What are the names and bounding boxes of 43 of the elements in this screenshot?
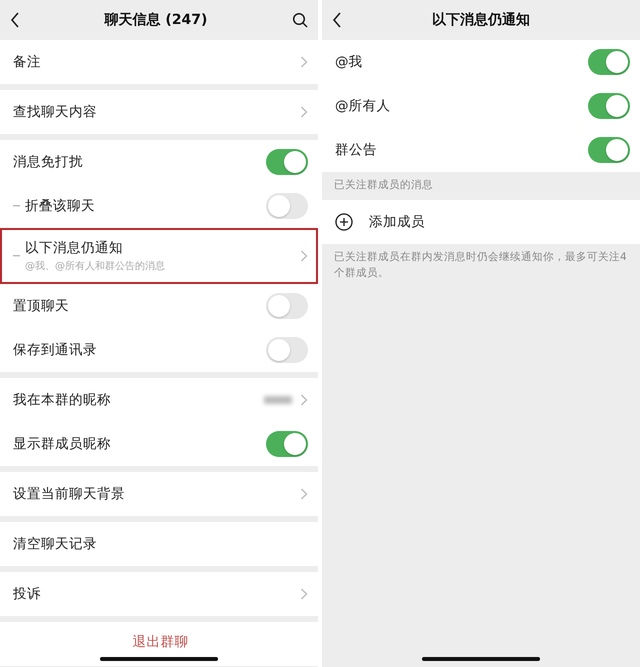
chevron-icon	[300, 588, 308, 600]
chevron-icon	[300, 488, 308, 500]
row-label: 消息免打扰	[13, 152, 83, 172]
highlighted-row[interactable]: 以下消息仍通知 @我、@所有人和群公告的消息	[0, 228, 318, 284]
screen-title: 以下消息仍通知	[432, 10, 530, 30]
search-icon[interactable]	[292, 12, 308, 28]
toggle-switch[interactable]	[266, 431, 308, 457]
row-label: 添加成员	[369, 212, 425, 232]
row-label: 以下消息仍通知	[25, 239, 124, 258]
toggle-switch[interactable]	[588, 137, 630, 163]
chevron-icon	[300, 106, 308, 118]
toggle-switch[interactable]	[588, 93, 630, 119]
toggle-switch[interactable]	[588, 49, 630, 75]
toggle-switch[interactable]	[266, 193, 308, 219]
section-label: 已关注群成员的消息	[333, 178, 434, 193]
back-icon[interactable]	[332, 12, 342, 28]
row-label: 清空聊天记录	[13, 534, 97, 554]
row-subtitle: @我、@所有人和群公告的消息	[25, 260, 165, 274]
row-label: 查找聊天内容	[13, 102, 97, 122]
screen-title: 聊天信息 (247)	[104, 10, 208, 30]
back-icon[interactable]	[10, 12, 20, 28]
row-label: @所有人	[335, 96, 390, 116]
blurred-value	[264, 396, 292, 404]
row-label: 群公告	[335, 140, 377, 160]
row-label: 显示群成员昵称	[13, 434, 111, 454]
chevron-icon	[300, 394, 308, 406]
toggle-switch[interactable]	[266, 293, 308, 319]
add-member-row[interactable]: 添加成员	[322, 200, 640, 244]
exit-group-button[interactable]: 退出群聊	[0, 622, 318, 666]
row-label: 置顶聊天	[13, 296, 69, 316]
row-label: @我	[335, 52, 362, 72]
row-label: 设置当前聊天背景	[13, 484, 125, 504]
toggle-switch[interactable]	[266, 149, 308, 175]
toggle-switch[interactable]	[266, 337, 308, 363]
row-label: 我在本群的昵称	[13, 390, 111, 410]
chevron-icon	[300, 250, 308, 262]
row-label: 保存到通讯录	[13, 340, 97, 360]
row-label: 备注	[13, 52, 41, 72]
row-label: 投诉	[13, 584, 41, 604]
footnote: 已关注群成员在群内发消息时仍会继续通知你，最多可关注4个群成员。	[333, 250, 628, 280]
row-label: 折叠该聊天	[25, 196, 95, 216]
plus-circle-icon	[335, 212, 353, 231]
chevron-icon	[300, 56, 308, 68]
